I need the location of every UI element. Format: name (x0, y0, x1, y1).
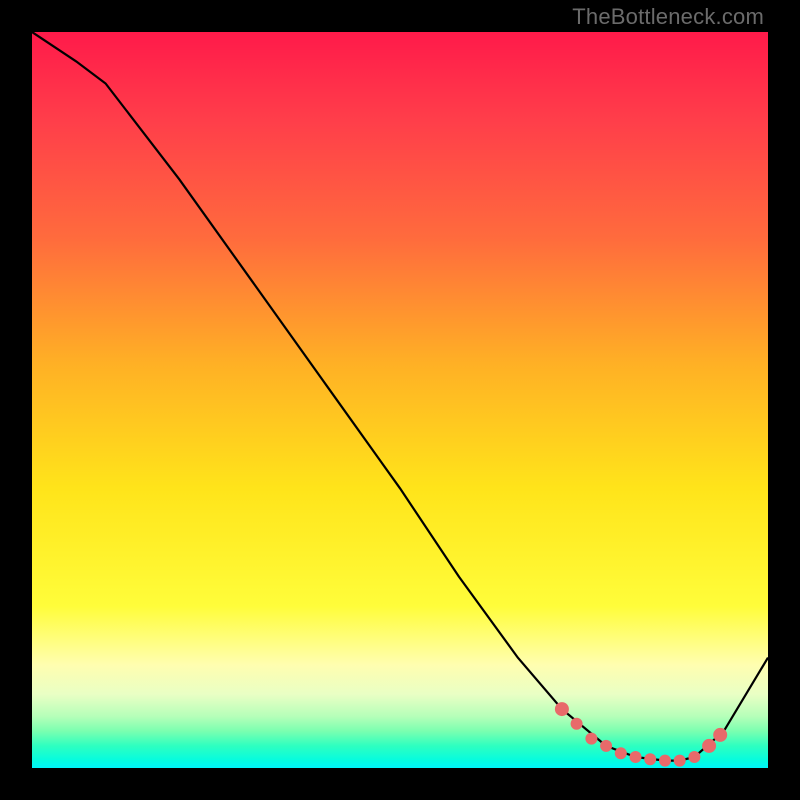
plot-area (32, 32, 768, 768)
highlight-markers (555, 702, 727, 767)
highlight-marker (585, 733, 597, 745)
curve-layer (32, 32, 768, 768)
watermark-text: TheBottleneck.com (572, 4, 764, 30)
bottleneck-curve-line (32, 32, 768, 761)
highlight-marker (688, 751, 700, 763)
chart-stage: TheBottleneck.com (0, 0, 800, 800)
highlight-marker (702, 739, 716, 753)
highlight-marker (713, 728, 727, 742)
highlight-marker (630, 751, 642, 763)
curve-path (32, 32, 768, 761)
highlight-marker (600, 740, 612, 752)
highlight-marker (571, 718, 583, 730)
highlight-marker (674, 755, 686, 767)
highlight-marker (644, 753, 656, 765)
highlight-marker (615, 747, 627, 759)
highlight-marker (659, 755, 671, 767)
highlight-marker (555, 702, 569, 716)
